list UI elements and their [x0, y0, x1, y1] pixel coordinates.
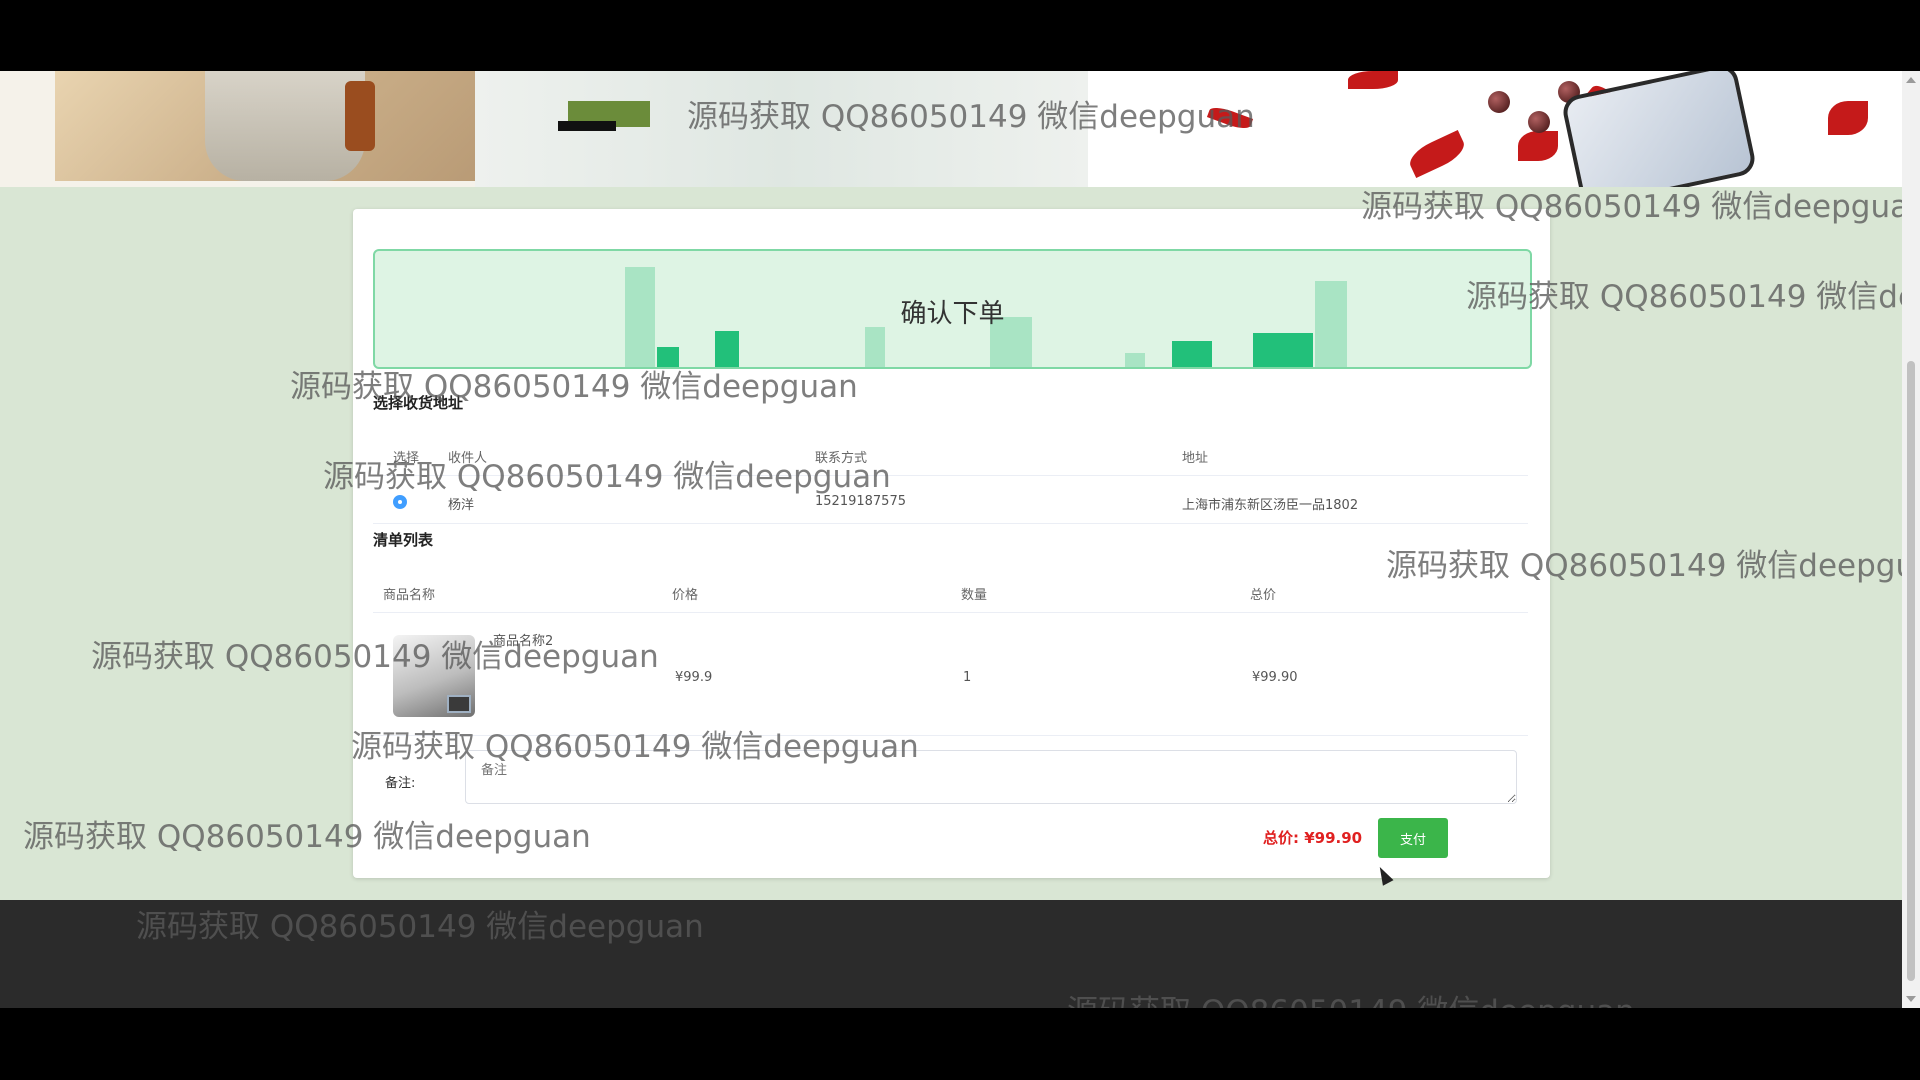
scroll-down-arrow-icon[interactable] — [1906, 996, 1916, 1002]
banner-handbag-shape — [345, 81, 375, 151]
address-section-title: 选择收货地址 — [373, 394, 464, 412]
items-section-title: 清单列表 — [373, 531, 434, 549]
address-col-address: 地址 — [1182, 451, 1209, 466]
product-subtotal: ¥99.90 — [1252, 670, 1298, 685]
order-hero-banner: 确认下单 — [373, 249, 1532, 369]
banner-model-image — [55, 71, 475, 181]
product-screen-shape — [447, 695, 471, 713]
item-col-total: 总价 — [1250, 588, 1277, 603]
banner-accessories-image — [1088, 71, 1902, 187]
site-logo-underline — [558, 121, 616, 131]
page-scrollbar[interactable] — [1902, 71, 1920, 1008]
page-title: 确认下单 — [900, 299, 1005, 329]
item-col-quantity: 数量 — [961, 588, 988, 603]
scrollbar-thumb[interactable] — [1907, 361, 1915, 981]
table-divider — [373, 612, 1528, 613]
rose-petal — [1206, 103, 1254, 133]
skyline-building — [865, 327, 885, 367]
browser-viewport: 确认下单 选择收货地址 选择 收件人 联系方式 地址 杨洋 1521918757… — [0, 71, 1902, 1008]
scroll-up-arrow-icon[interactable] — [1906, 77, 1916, 83]
order-total-price: 总价: ¥99.90 — [1263, 829, 1363, 847]
remark-label: 备注: — [385, 776, 416, 791]
address-phone: 15219187575 — [815, 494, 906, 509]
address-col-recipient: 收件人 — [448, 451, 488, 466]
cherry — [1528, 111, 1550, 133]
address-col-select: 选择 — [393, 451, 420, 466]
table-divider — [373, 523, 1528, 524]
skyline-building — [1253, 333, 1313, 367]
banner-figure-shape — [205, 71, 365, 181]
skyline-building — [715, 331, 739, 367]
table-divider — [373, 735, 1528, 736]
skyline-building — [1172, 341, 1212, 367]
cherry — [1488, 91, 1510, 113]
rose-petal — [1348, 71, 1398, 89]
rose-petal — [1405, 129, 1469, 179]
rose-petal — [1518, 131, 1558, 161]
rose-petal — [1828, 101, 1868, 135]
page-footer — [0, 900, 1902, 1008]
product-price: ¥99.9 — [675, 670, 713, 685]
address-select-radio[interactable] — [393, 495, 407, 509]
skyline-building — [1125, 353, 1145, 367]
product-thumbnail-image[interactable] — [393, 635, 475, 717]
skyline-building — [657, 347, 679, 367]
table-divider — [373, 475, 1528, 476]
top-banner — [0, 71, 1902, 187]
product-name[interactable]: 商品名称2 — [493, 630, 553, 649]
address-detail: 上海市浦东新区汤臣一品1802 — [1182, 498, 1359, 513]
item-col-name: 商品名称 — [383, 588, 436, 603]
item-col-price: 价格 — [672, 588, 699, 603]
address-col-contact: 联系方式 — [815, 451, 868, 466]
remark-textarea[interactable] — [465, 750, 1517, 804]
product-quantity: 1 — [963, 670, 972, 685]
pay-button[interactable]: 支付 — [1378, 818, 1448, 858]
order-confirm-card: 确认下单 选择收货地址 选择 收件人 联系方式 地址 杨洋 1521918757… — [353, 209, 1550, 878]
address-recipient-name: 杨洋 — [448, 498, 475, 513]
